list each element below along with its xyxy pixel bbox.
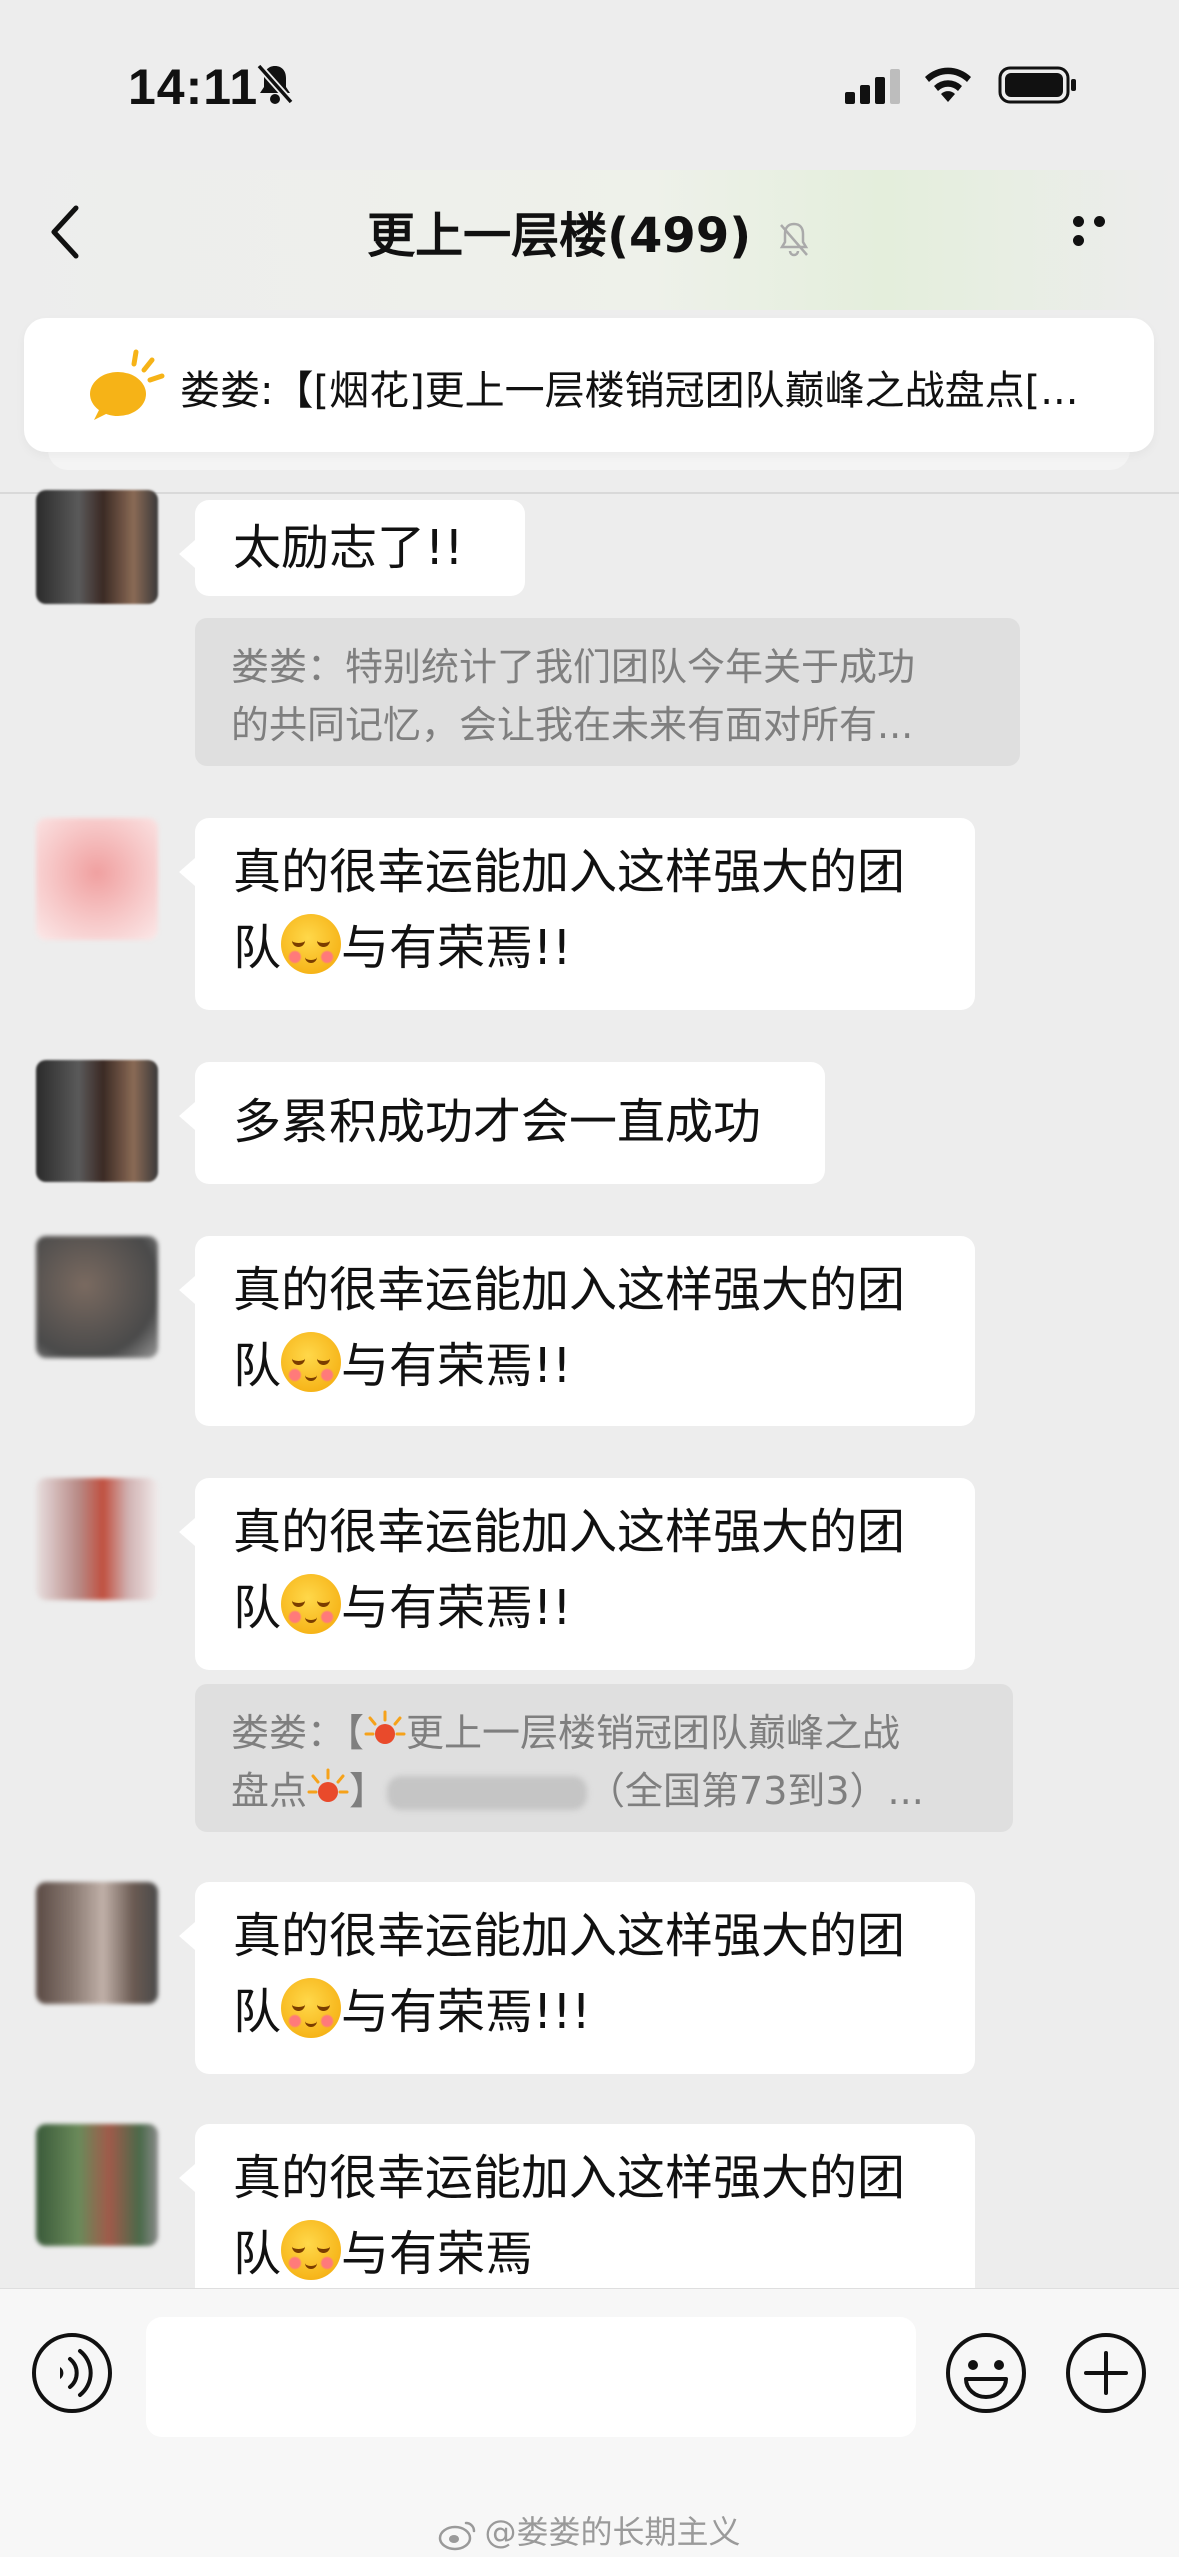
message-text-line-1: 真的很幸运能加入这样强大的团: [233, 2150, 906, 2206]
message-text-line-2: 队与有荣焉: [233, 2216, 937, 2292]
firework-emoji-icon: [364, 1710, 406, 1744]
pinned-text: 娄娄:【[烟花]更上一层楼销冠团队巅峰之战盘点[...: [180, 368, 1079, 414]
announcement-icon: [90, 349, 165, 420]
avatar[interactable]: [36, 1236, 158, 1358]
header-divider: [0, 492, 1179, 494]
avatar[interactable]: [36, 490, 158, 604]
message-bubble[interactable]: 真的很幸运能加入这样强大的团 队与有荣焉!!: [179, 1236, 975, 1426]
shy-smile-emoji-icon: [281, 1574, 342, 1634]
quoted-message[interactable]: 娄娄：特别统计了我们团队今年关于成功 的共同记忆，会让我在未来有面对所有...: [195, 618, 1020, 766]
status-bar: 14:11: [0, 0, 1179, 170]
message-text: 太励志了!!: [233, 520, 464, 576]
message-bubble[interactable]: 多累积成功才会一直成功: [179, 1062, 825, 1184]
pinned-announcement[interactable]: 娄娄:【[烟花]更上一层楼销冠团队巅峰之战盘点[...: [24, 318, 1154, 452]
watermark-text: @娄娄的长期主义: [484, 2513, 741, 2551]
message-text-line-2: 队与有荣焉!!: [233, 1328, 937, 1404]
shy-smile-emoji-icon: [281, 1332, 342, 1392]
avatar[interactable]: [36, 1060, 158, 1182]
message-bubble[interactable]: 太励志了!!: [179, 500, 525, 596]
avatar[interactable]: [36, 818, 158, 940]
message-text-line-1: 真的很幸运能加入这样强大的团: [233, 1504, 906, 1560]
message-bubble[interactable]: 真的很幸运能加入这样强大的团 队与有荣焉!!!: [179, 1882, 975, 2074]
voice-input-button[interactable]: [30, 2331, 114, 2415]
quote-line-1: 娄娄：特别统计了我们团队今年关于成功: [231, 645, 916, 689]
message-text-line-2: 队与有荣焉!!!: [233, 1974, 937, 2050]
chat-title: 更上一层楼(499): [367, 208, 752, 264]
quote-line-2: 盘点】（全国第73到3）...: [231, 1768, 924, 1813]
message-text-line-1: 真的很幸运能加入这样强大的团: [233, 1262, 906, 1318]
emoji-button[interactable]: [944, 2331, 1028, 2415]
wifi-icon: [925, 67, 971, 102]
cellular-signal-icon: [845, 69, 900, 104]
message-text-line-1: 真的很幸运能加入这样强大的团: [233, 1908, 906, 1964]
message-input[interactable]: [146, 2317, 916, 2437]
shy-smile-emoji-icon: [281, 2220, 342, 2280]
quote-line-1: 娄娄：【 更上一层楼销冠团队巅峰之战: [231, 1710, 901, 1755]
message-bubble[interactable]: 真的很幸运能加入这样强大的团 队与有荣焉: [179, 2124, 975, 2288]
status-time: 14:11: [128, 59, 259, 115]
message-text-line-2: 队与有荣焉!!: [233, 1570, 937, 1646]
chat-title-row: 更上一层楼(499): [0, 196, 1179, 266]
watermark: @娄娄的长期主义: [0, 2507, 1179, 2553]
more-options-button[interactable]: [1073, 212, 1133, 246]
message-bubble[interactable]: 真的很幸运能加入这样强大的团 队与有荣焉!!: [179, 1478, 975, 1670]
avatar[interactable]: [36, 1478, 158, 1600]
message-bubble[interactable]: 真的很幸运能加入这样强大的团 队与有荣焉!!: [179, 818, 975, 1010]
blurred-name: [387, 1776, 588, 1810]
message-text: 多累积成功才会一直成功: [233, 1094, 762, 1150]
message-text-line-1: 真的很幸运能加入这样强大的团: [233, 844, 906, 900]
shy-smile-emoji-icon: [281, 1978, 342, 2038]
message-text-line-2: 队与有荣焉!!: [233, 910, 937, 986]
quote-line-2: 的共同记忆，会让我在未来有面对所有...: [231, 703, 914, 747]
more-functions-button[interactable]: [1064, 2331, 1148, 2415]
firework-emoji-icon: [307, 1768, 349, 1802]
bell-off-icon: [256, 63, 294, 105]
muted-bell-icon: [779, 222, 809, 257]
quoted-message[interactable]: 娄娄：【 更上一层楼销冠团队巅峰之战 盘点】（全国第73到3）...: [195, 1684, 1013, 1832]
avatar[interactable]: [36, 1882, 158, 2004]
weibo-logo-icon: [439, 2521, 476, 2551]
chat-header: 更上一层楼(499): [0, 170, 1179, 310]
avatar[interactable]: [36, 2124, 158, 2246]
shy-smile-emoji-icon: [281, 914, 342, 974]
battery-icon: [998, 66, 1076, 104]
